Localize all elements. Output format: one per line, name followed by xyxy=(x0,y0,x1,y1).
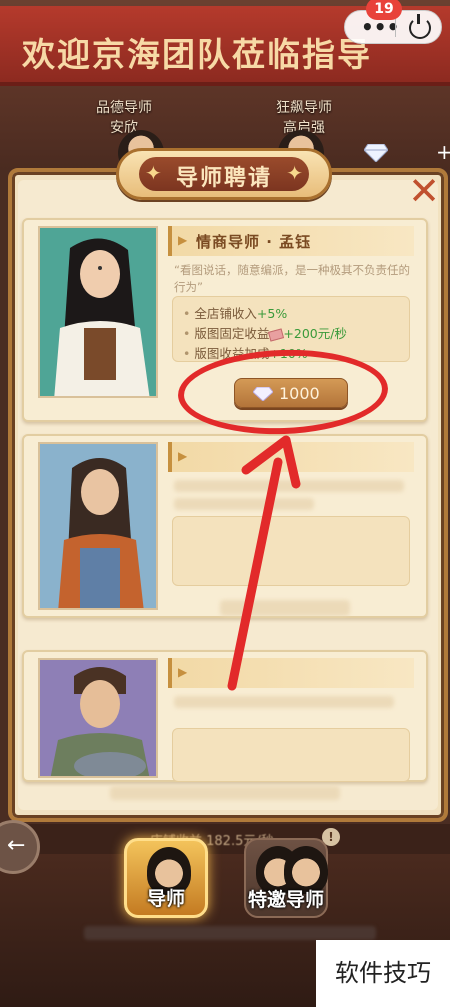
mentor-portrait-art xyxy=(54,238,150,396)
blurred-button xyxy=(220,600,350,616)
blurred-footer-text xyxy=(110,786,340,800)
mentor-name-bar: ▶ xyxy=(168,442,414,472)
play-arrow-icon: ▶ xyxy=(178,665,188,679)
dialog-title-plate: ✦ 导师聘请 ✦ xyxy=(116,148,332,200)
bonus-label: 全店铺收入 xyxy=(194,306,257,321)
mentor-portrait xyxy=(38,442,158,610)
back-arrow-icon: ← xyxy=(7,833,26,858)
mentor-portrait-art xyxy=(50,667,150,776)
diamond-icon xyxy=(364,144,388,162)
add-diamond-icon[interactable]: + xyxy=(436,140,450,164)
capsule-divider xyxy=(395,19,396,37)
banner-text: 欢迎京海团队莅临指导 xyxy=(22,35,372,74)
tab-label: 导师 xyxy=(146,888,185,910)
bonus-item: • 全店铺收入+5% xyxy=(183,303,287,322)
mentor-portrait xyxy=(38,658,158,778)
mentor-name-bar: ▶ 情商导师 · 孟钰 xyxy=(168,226,414,256)
bullet-icon: • xyxy=(183,306,191,321)
play-arrow-icon: ▶ xyxy=(178,449,188,463)
bonus-label: 版图固定收益 xyxy=(194,326,270,341)
tab-special-mentor[interactable]: 特邀导师 xyxy=(244,838,328,918)
bonus-value: +5% xyxy=(256,306,288,321)
power-icon[interactable] xyxy=(409,14,431,39)
notification-badge: 19 xyxy=(366,0,402,20)
bonus-value: +200元/秒 xyxy=(283,326,347,341)
bullet-icon: • xyxy=(183,346,191,361)
bonus-list xyxy=(172,728,410,782)
tab-label: 特邀导师 xyxy=(247,889,324,911)
tab-mentor[interactable]: 导师 xyxy=(124,838,208,918)
mentor-card-locked: ▶ xyxy=(22,434,428,618)
bg-mentor-2-title: 狂飙导师 xyxy=(276,100,332,116)
bullet-icon: • xyxy=(183,326,191,341)
blurred-footer-text xyxy=(84,926,376,940)
mentor-portrait-art xyxy=(58,458,144,608)
star-icon: ✦ xyxy=(286,161,303,185)
mentor-name: 情商导师 · 孟钰 xyxy=(196,233,312,251)
mentor-portrait xyxy=(38,226,158,398)
play-arrow-icon: ▶ xyxy=(178,233,188,247)
bonus-item: • 版图固定收益 +200元/秒 xyxy=(183,323,347,342)
close-icon[interactable]: ✕ xyxy=(408,172,440,210)
blurred-text xyxy=(174,498,314,510)
mentor-card-locked: ▶ xyxy=(22,650,428,782)
bg-mentor-1-title: 品德导师 xyxy=(96,100,152,116)
mentor-name-bar: ▶ xyxy=(168,658,414,688)
watermark: 软件技巧 xyxy=(316,940,450,1007)
blurred-text xyxy=(174,480,404,492)
blurred-text xyxy=(174,696,394,708)
bonus-list xyxy=(172,516,410,586)
income-strip: 店铺收益 182.5元/秒 xyxy=(0,824,450,854)
mentor-quote: “看图说话，随意编派，是一种极其不负责任的行为” xyxy=(174,263,410,294)
